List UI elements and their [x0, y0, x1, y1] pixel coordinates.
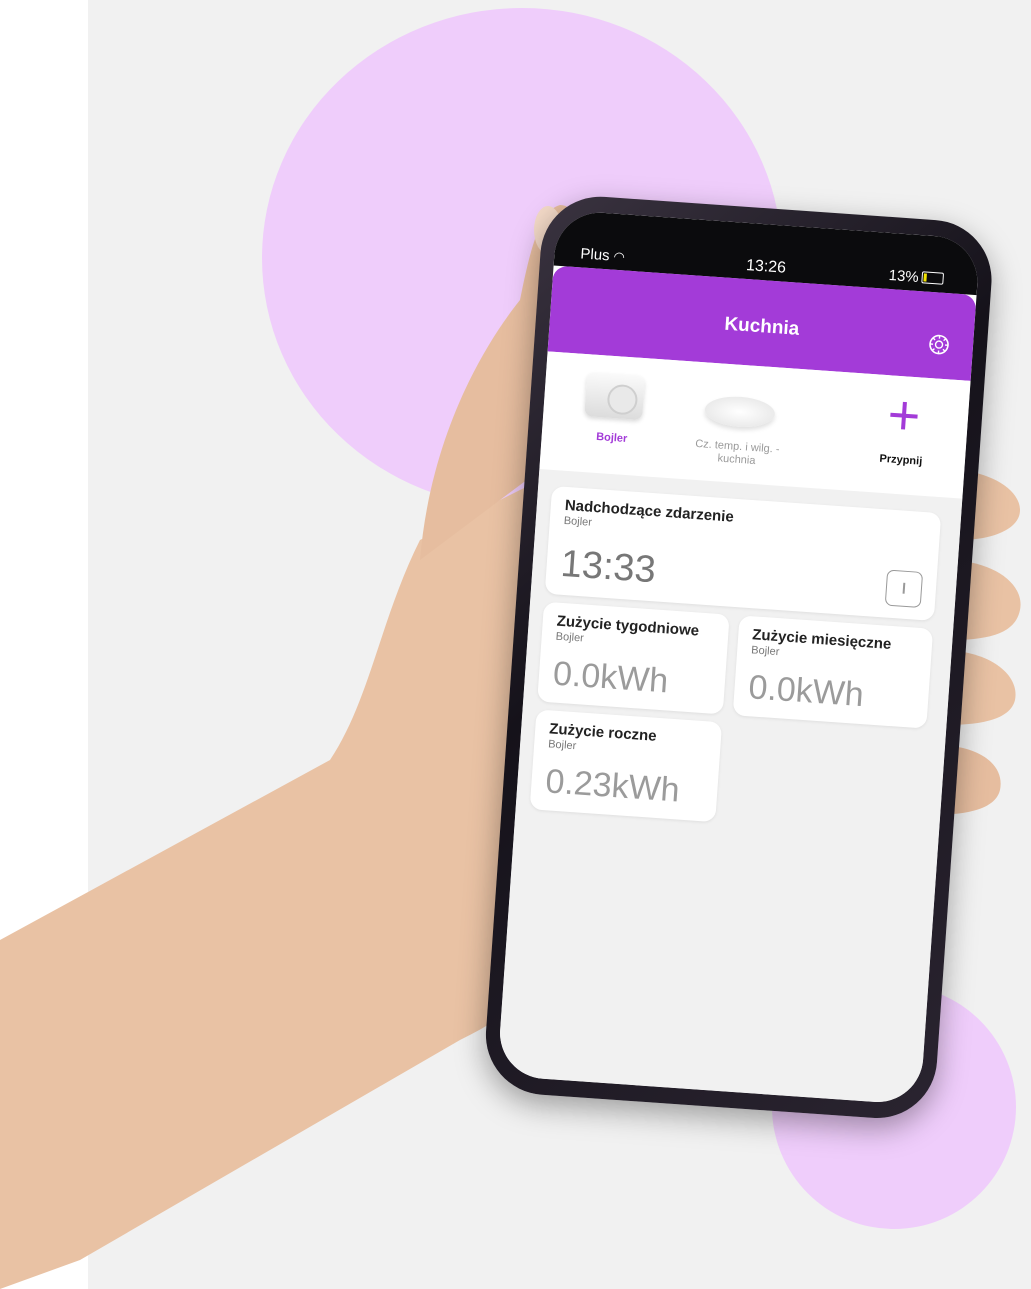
phone: Plus ◠ 13:26 13% Kuchnia Bojler Cz. temp… — [481, 192, 996, 1128]
card-subtitle: Bojler — [547, 738, 577, 753]
event-time: 13:33 — [559, 542, 658, 592]
usage-value: 0.23kWh — [544, 762, 681, 810]
tab-bojler[interactable]: Bojler — [549, 360, 676, 476]
phone-frame: Plus ◠ 13:26 13% Kuchnia Bojler Cz. temp… — [481, 192, 996, 1123]
yearly-usage-card[interactable]: Zużycie roczne Bojler 0.23kWh — [529, 709, 723, 823]
page-title: Kuchnia — [723, 313, 800, 340]
dashboard-content: Nadchodzące zdarzenie Bojler 13:33 Zużyc… — [496, 469, 963, 1106]
tab-sensor[interactable]: Cz. temp. i wilg. - kuchnia — [675, 369, 802, 485]
tab-label: Bojler — [595, 430, 628, 446]
phone-screen: Plus ◠ 13:26 13% Kuchnia Bojler Cz. temp… — [496, 209, 981, 1106]
card-subtitle: Bojler — [750, 644, 780, 659]
card-subtitle: Bojler — [563, 514, 593, 529]
usage-value: 0.0kWh — [747, 668, 865, 715]
weekly-usage-card[interactable]: Zużycie tygodniowe Bojler 0.0kWh — [537, 601, 730, 715]
gear-icon[interactable] — [926, 332, 952, 358]
upcoming-event-card[interactable]: Nadchodzące zdarzenie Bojler 13:33 — [544, 485, 942, 621]
tab-label: Przypnij — [879, 452, 923, 468]
tab-label: Cz. temp. i wilg. - kuchnia — [694, 437, 780, 468]
smart-plug-image — [584, 372, 646, 421]
plus-icon: + — [885, 382, 923, 448]
tab-pin[interactable]: + Przypnij — [839, 380, 966, 496]
usage-value: 0.0kWh — [551, 654, 670, 701]
battery-icon — [921, 271, 945, 285]
monthly-usage-card[interactable]: Zużycie miesięczne Bojler 0.0kWh — [732, 615, 934, 729]
sensor-image — [703, 394, 776, 430]
card-subtitle: Bojler — [555, 630, 585, 645]
power-toggle-button[interactable] — [884, 569, 924, 608]
battery-percent: 13% — [888, 266, 920, 287]
